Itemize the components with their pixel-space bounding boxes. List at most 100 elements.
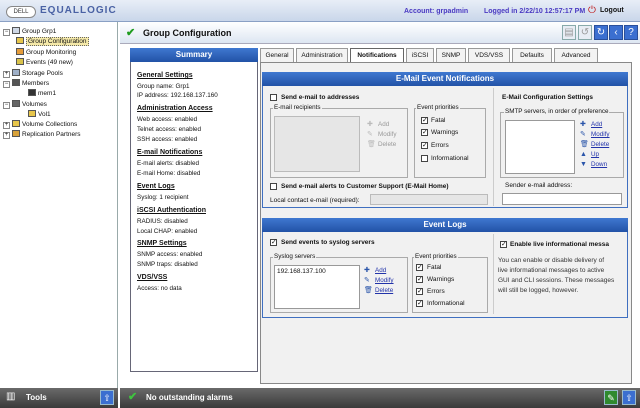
tree-item-mem1[interactable]: mem1: [28, 89, 56, 98]
tree-item-vol1[interactable]: Vol1: [28, 110, 51, 119]
email-recipients-legend: E-mail recipients: [273, 104, 322, 111]
summary-line: E-mail Home: disabled: [137, 170, 201, 177]
summary-iscsi-heading[interactable]: iSCSI Authentication: [137, 207, 206, 214]
event-informational-label: Informational: [427, 300, 465, 307]
send-email-checkbox[interactable]: [270, 94, 277, 101]
live-info-checkbox[interactable]: ✓: [500, 241, 507, 248]
syslog-server-item[interactable]: 192.168.137.100: [277, 268, 326, 275]
email-informational-checkbox[interactable]: [421, 155, 428, 162]
tab-defaults[interactable]: Defaults: [512, 48, 552, 62]
tab-administration[interactable]: Administration: [296, 48, 348, 62]
event-fatal-checkbox[interactable]: ✓: [416, 264, 423, 271]
members-icon: [12, 79, 20, 86]
tab-snmp[interactable]: SNMP: [436, 48, 466, 62]
refresh-icon[interactable]: ↻: [594, 25, 608, 40]
sender-email-input[interactable]: [502, 193, 622, 205]
logout-link[interactable]: Logout: [600, 7, 624, 14]
smtp-down-button[interactable]: Down: [591, 161, 607, 168]
email-add-button[interactable]: Add: [378, 121, 389, 128]
syslog-delete-button[interactable]: Delete: [375, 287, 393, 294]
email-modify-button[interactable]: Modify: [378, 131, 397, 138]
smtp-modify-button[interactable]: Modify: [591, 131, 610, 138]
summary-line: E-mail alerts: disabled: [137, 160, 199, 167]
summary-vds-heading[interactable]: VDS/VSS: [137, 274, 167, 281]
volumes-icon: [12, 100, 20, 107]
local-contact-input[interactable]: [370, 194, 488, 205]
summary-email-heading[interactable]: E-mail Notifications: [137, 149, 202, 156]
tab-notifications[interactable]: Notifications: [350, 48, 404, 62]
email-fatal-label: Fatal: [431, 117, 446, 124]
summary-title: Summary: [130, 48, 258, 62]
login-time: Logged in 2/22/10 12:57:17 PM: [484, 8, 586, 15]
back-icon[interactable]: ‹: [609, 25, 623, 40]
tree-item-group-configuration[interactable]: Group Configuration: [16, 37, 89, 46]
summary-general-heading[interactable]: General Settings: [137, 72, 193, 79]
event-errors-checkbox[interactable]: ✓: [416, 288, 423, 295]
syslog-add-button[interactable]: Add: [375, 267, 386, 274]
email-warnings-checkbox[interactable]: ✓: [421, 129, 428, 136]
collapse-icon[interactable]: −: [3, 102, 10, 109]
summary-line: Syslog: 1 recipient: [137, 194, 189, 201]
support-alerts-label: Send e-mail alerts to Customer Support (…: [281, 183, 449, 190]
email-errors-checkbox[interactable]: ✓: [421, 142, 428, 149]
tab-vds-vss[interactable]: VDS/VSS: [468, 48, 510, 62]
support-alerts-checkbox[interactable]: [270, 183, 277, 190]
summary-line: Local CHAP: enabled: [137, 228, 198, 235]
syslog-modify-button[interactable]: Modify: [375, 277, 394, 284]
event-informational-checkbox[interactable]: ✓: [416, 300, 423, 307]
tab-general[interactable]: General: [260, 48, 294, 62]
tab-advanced[interactable]: Advanced: [554, 48, 598, 62]
collapse-icon[interactable]: −: [3, 81, 10, 88]
smtp-servers-list[interactable]: [505, 120, 575, 174]
smtp-up-button[interactable]: Up: [591, 151, 599, 158]
expand-icon[interactable]: +: [3, 132, 10, 139]
navigation-tree: − Group Grp1 Group Configuration Group Mo…: [0, 22, 118, 388]
tab-iscsi[interactable]: iSCSI: [406, 48, 434, 62]
alarms-expand-icon[interactable]: ⇧: [622, 390, 636, 405]
smtp-servers-legend: SMTP servers, in order of preference: [504, 108, 610, 115]
tree-item-replication-partners[interactable]: + Replication Partners: [3, 130, 81, 139]
tree-item-members[interactable]: − Members: [3, 79, 49, 88]
tree-item-volumes[interactable]: − Volumes: [3, 100, 47, 109]
tree-item-group[interactable]: − Group Grp1: [3, 27, 56, 36]
expand-icon[interactable]: +: [3, 122, 10, 129]
live-info-desc: live informational messages to active: [498, 267, 605, 274]
email-priorities-legend: Event priorities: [416, 104, 460, 111]
summary-line: SNMP traps: disabled: [137, 261, 198, 268]
tree-item-volume-collections[interactable]: + Volume Collections: [3, 120, 77, 129]
tools-expand-icon[interactable]: ⇧: [100, 390, 114, 405]
send-email-label: Send e-mail to addresses: [281, 94, 360, 101]
logout-icon[interactable]: ⏻: [588, 6, 598, 16]
email-config-title: E-Mail Configuration Settings: [502, 94, 593, 101]
smtp-add-button[interactable]: Add: [591, 121, 602, 128]
summary-events-heading[interactable]: Event Logs: [137, 183, 175, 190]
live-info-label: Enable live informational messa: [510, 241, 609, 248]
summary-admin-heading[interactable]: Administration Access: [137, 105, 213, 112]
alarm-ack-icon[interactable]: ✎: [604, 390, 618, 405]
alarms-label: No outstanding alarms: [146, 393, 233, 402]
syslog-servers-list[interactable]: 192.168.137.100: [274, 265, 360, 309]
help-icon[interactable]: ?: [624, 25, 638, 40]
send-syslog-label: Send events to syslog servers: [281, 239, 375, 246]
save-icon[interactable]: ▤: [562, 25, 576, 40]
email-recipients-list[interactable]: [274, 116, 360, 172]
tree-item-events[interactable]: Events (49 new): [16, 58, 73, 67]
smtp-delete-button[interactable]: Delete: [591, 141, 609, 148]
discard-icon[interactable]: ↺: [578, 25, 592, 40]
email-fatal-checkbox[interactable]: ✓: [421, 117, 428, 124]
summary-snmp-heading[interactable]: SNMP Settings: [137, 240, 187, 247]
delete-icon: 🗑: [580, 141, 589, 148]
tools-label[interactable]: Tools: [26, 393, 47, 402]
down-arrow-icon: ▼: [580, 161, 587, 168]
event-warnings-checkbox[interactable]: ✓: [416, 276, 423, 283]
tree-item-group-monitoring[interactable]: Group Monitoring: [16, 48, 76, 57]
event-priorities-legend: Event priorities: [414, 253, 458, 260]
email-delete-button[interactable]: Delete: [378, 141, 396, 148]
add-icon: ✚: [367, 121, 373, 128]
summary-line: Telnet access: enabled: [137, 126, 202, 133]
modify-icon: ✎: [364, 277, 370, 284]
collapse-icon[interactable]: −: [3, 29, 10, 36]
send-syslog-checkbox[interactable]: ✓: [270, 239, 277, 246]
tree-item-storage-pools[interactable]: + Storage Pools: [3, 69, 63, 78]
expand-icon[interactable]: +: [3, 71, 10, 78]
